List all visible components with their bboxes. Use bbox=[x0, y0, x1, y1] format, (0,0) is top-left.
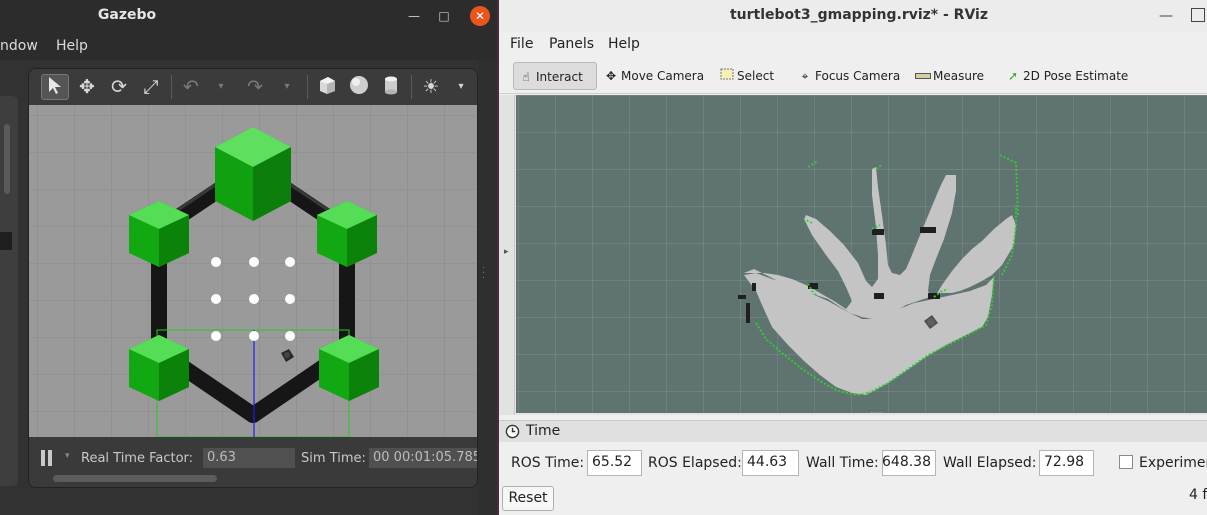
pillar-top[interactable] bbox=[215, 127, 291, 221]
ros-time-field[interactable]: 65.52 bbox=[587, 450, 642, 476]
left-panel-grip[interactable] bbox=[0, 232, 12, 250]
sim-time-value: 00 00:01:05.785 bbox=[369, 448, 477, 468]
undo-icon[interactable]: ↶ bbox=[177, 74, 205, 100]
wall-elapsed-field[interactable]: 72.98 bbox=[1039, 450, 1094, 476]
menu-panels[interactable]: Panels bbox=[549, 36, 594, 52]
menu-window[interactable]: ndow bbox=[0, 38, 38, 54]
time-panel-header: Time bbox=[499, 420, 1207, 442]
pose-estimate-tool[interactable]: ➚ 2D Pose Estimate bbox=[1001, 62, 1128, 90]
menu-help[interactable]: Help bbox=[608, 36, 640, 52]
focus-crosshair-icon: ⌖ bbox=[801, 69, 809, 83]
pillar-lower-left[interactable] bbox=[129, 335, 189, 401]
pillar-upper-right[interactable] bbox=[317, 201, 377, 267]
translate-icon[interactable]: ✥ bbox=[73, 74, 101, 100]
window-title: Gazebo bbox=[97, 7, 157, 23]
cylinder-shape-icon[interactable] bbox=[377, 74, 405, 100]
sphere-shape-icon[interactable] bbox=[345, 74, 373, 100]
light-dropdown-icon[interactable]: ▾ bbox=[447, 74, 475, 100]
splitter-grip-icon[interactable]: · · · bbox=[482, 264, 485, 284]
move-camera-tool[interactable]: ✥ Move Camera bbox=[599, 62, 704, 90]
rviz-toolbar: ☝ Interact ✥ Move Camera Select ⌖ Focus Cam… bbox=[499, 58, 1207, 94]
ros-elapsed-field[interactable]: 44.63 bbox=[742, 450, 799, 476]
select-arrow-icon[interactable] bbox=[41, 74, 69, 100]
minimize-icon[interactable]: — bbox=[1159, 8, 1173, 24]
gazebo-titlebar[interactable]: Gazebo — □ ✕ bbox=[0, 0, 497, 32]
focus-camera-tool[interactable]: ⌖ Focus Camera bbox=[793, 62, 901, 90]
fps-indicator: 4 f bbox=[1189, 487, 1207, 503]
gazebo-right-panel-handle[interactable]: · · · bbox=[478, 60, 497, 515]
measure-tool[interactable]: Measure bbox=[911, 62, 984, 90]
time-panel-fields: ROS Time: 65.52 ROS Elapsed: 44.63 Wall … bbox=[499, 442, 1207, 482]
toolbar-separator bbox=[171, 75, 172, 99]
time-panel-title: Time bbox=[526, 423, 561, 439]
maximize-icon[interactable]: □ bbox=[434, 6, 454, 26]
gazebo-window: Gazebo — □ ✕ ndow Help ✥ ⟳ ⤢ ↶ ▾ ↷ ▾ ☀ ▾… bbox=[0, 0, 497, 515]
svg-text:.....: ..... bbox=[870, 406, 883, 413]
close-icon[interactable]: ✕ bbox=[470, 6, 490, 26]
rviz-titlebar[interactable]: turtlebot3_gmapping.rviz* - RViz — bbox=[499, 0, 1207, 32]
undo-dropdown-icon[interactable]: ▾ bbox=[207, 74, 235, 100]
pose-estimate-label: 2D Pose Estimate bbox=[1023, 69, 1129, 83]
sim-time-label: Sim Time: bbox=[301, 451, 366, 466]
maximize-icon[interactable] bbox=[1191, 8, 1205, 22]
interact-label: Interact bbox=[536, 70, 583, 84]
toolbar-separator bbox=[307, 75, 308, 99]
menu-file[interactable]: File bbox=[510, 36, 533, 52]
reset-button[interactable]: Reset bbox=[502, 486, 554, 511]
toolbar-separator bbox=[411, 75, 412, 99]
sun-light-icon[interactable]: ☀ bbox=[417, 74, 445, 100]
rviz-window: turtlebot3_gmapping.rviz* - RViz — File … bbox=[499, 0, 1207, 515]
clock-icon bbox=[505, 424, 520, 439]
gazebo-toolbar: ✥ ⟳ ⤢ ↶ ▾ ↷ ▾ ☀ ▾ bbox=[29, 69, 477, 105]
focus-camera-label: Focus Camera bbox=[815, 69, 901, 83]
gazebo-render-panel: ✥ ⟳ ⤢ ↶ ▾ ↷ ▾ ☀ ▾ ▾ Real Time Factor: 0.… bbox=[28, 68, 478, 488]
window-title: turtlebot3_gmapping.rviz* - RViz bbox=[729, 7, 988, 23]
rotate-icon[interactable]: ⟳ bbox=[105, 74, 133, 100]
interact-tool[interactable]: ☝ Interact bbox=[513, 62, 597, 90]
step-dropdown-icon[interactable]: ▾ bbox=[65, 451, 70, 461]
scale-icon[interactable]: ⤢ bbox=[137, 74, 165, 100]
real-time-factor-value: 0.63 bbox=[203, 448, 295, 468]
pillar-upper-left[interactable] bbox=[129, 201, 189, 267]
redo-dropdown-icon[interactable]: ▾ bbox=[273, 74, 301, 100]
ros-time-label: ROS Time: bbox=[511, 455, 585, 471]
pillar-lower-right[interactable] bbox=[319, 335, 379, 401]
move-camera-label: Move Camera bbox=[621, 69, 705, 83]
gazebo-menubar: ndow Help bbox=[0, 32, 497, 60]
wall-time-label: Wall Time: bbox=[806, 455, 879, 471]
horizontal-scrollbar[interactable] bbox=[53, 475, 217, 482]
rviz-menubar: File Panels Help bbox=[499, 32, 1207, 58]
select-box-icon bbox=[719, 62, 735, 90]
green-arrow-icon: ➚ bbox=[1007, 69, 1019, 83]
wall-time-field[interactable]: 9648.38 bbox=[882, 450, 936, 476]
box-shape-icon[interactable] bbox=[313, 74, 341, 100]
menu-help[interactable]: Help bbox=[56, 38, 88, 54]
gazebo-status-bar: ▾ Real Time Factor: 0.63 Sim Time: 00 00… bbox=[29, 437, 477, 487]
displays-panel-handle[interactable]: ▸ bbox=[499, 95, 515, 415]
desktop: Gazebo — □ ✕ ndow Help ✥ ⟳ ⤢ ↶ ▾ ↷ ▾ ☀ ▾… bbox=[0, 0, 1207, 515]
select-tool[interactable]: Select bbox=[715, 62, 774, 90]
minimize-icon[interactable]: — bbox=[404, 6, 424, 26]
ruler-icon bbox=[915, 62, 931, 90]
redo-icon[interactable]: ↷ bbox=[241, 74, 269, 100]
rviz-render-area: ▸ ..... bbox=[499, 95, 1207, 415]
ros-elapsed-label: ROS Elapsed: bbox=[648, 455, 742, 471]
measure-label: Measure bbox=[933, 69, 984, 83]
hand-pointer-icon: ☝ bbox=[522, 70, 530, 84]
map-viewport[interactable]: ..... bbox=[516, 95, 1207, 415]
wall-elapsed-label: Wall Elapsed: bbox=[943, 455, 1037, 471]
select-label: Select bbox=[737, 69, 775, 83]
gazebo-3d-scene[interactable] bbox=[29, 105, 477, 438]
move-arrows-icon: ✥ bbox=[605, 69, 617, 83]
expand-arrow-icon[interactable]: ▸ bbox=[504, 247, 509, 257]
real-time-factor-label: Real Time Factor: bbox=[81, 451, 194, 466]
left-panel-scroll[interactable] bbox=[4, 124, 10, 194]
pause-icon[interactable] bbox=[39, 447, 55, 469]
experimental-checkbox[interactable] bbox=[1119, 455, 1133, 469]
rviz-bottom-bar: Reset 4 f bbox=[499, 482, 1207, 515]
left-panel-handle[interactable] bbox=[0, 96, 18, 486]
experimental-label: Experimen bbox=[1139, 455, 1207, 471]
